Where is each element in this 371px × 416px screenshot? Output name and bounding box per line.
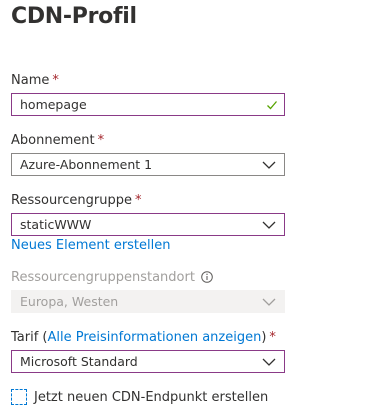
required-asterisk: * xyxy=(97,133,105,148)
create-endpoint-label[interactable]: Jetzt neuen CDN-Endpunkt erstellen xyxy=(34,390,268,405)
name-label-text: Name xyxy=(11,73,50,88)
required-asterisk: * xyxy=(269,330,276,345)
create-resource-group-link[interactable]: Neues Element erstellen xyxy=(11,238,171,253)
name-input[interactable]: homepage xyxy=(11,93,285,116)
create-endpoint-checkbox[interactable] xyxy=(11,389,27,405)
chevron-down-icon xyxy=(262,161,276,169)
resource-group-select[interactable]: staticWWW xyxy=(11,213,285,236)
pricing-tier-select-value: Microsoft Standard xyxy=(20,354,138,369)
subscription-select-value: Azure-Abonnement 1 xyxy=(20,157,153,172)
resource-group-location-value: Europa, Westen xyxy=(20,294,119,309)
chevron-down-icon xyxy=(262,298,276,306)
info-icon[interactable] xyxy=(201,271,213,283)
pricing-tier-label: Tarif (Alle Preisinformationen anzeigen)… xyxy=(11,330,276,345)
subscription-select[interactable]: Azure-Abonnement 1 xyxy=(11,153,285,176)
required-asterisk: * xyxy=(134,193,142,208)
subscription-label: Abonnement * xyxy=(11,133,104,148)
chevron-down-icon xyxy=(262,358,276,366)
subscription-label-text: Abonnement xyxy=(11,133,95,148)
pricing-tier-label-prefix: Tarif ( xyxy=(11,330,48,345)
resource-group-location-label: Ressourcengruppenstandort xyxy=(11,270,213,285)
create-endpoint-row[interactable]: Jetzt neuen CDN-Endpunkt erstellen xyxy=(11,388,268,406)
resource-group-label-text: Ressourcengruppe xyxy=(11,193,132,208)
name-input-value: homepage xyxy=(20,97,87,112)
page-title: CDN-Profil xyxy=(11,4,137,29)
pricing-tier-select[interactable]: Microsoft Standard xyxy=(11,350,285,373)
resource-group-location-label-text: Ressourcengruppenstandort xyxy=(11,270,195,285)
name-label: Name * xyxy=(11,73,59,88)
required-asterisk: * xyxy=(52,73,59,88)
resource-group-label: Ressourcengruppe * xyxy=(11,193,141,208)
pricing-info-link[interactable]: Alle Preisinformationen anzeigen xyxy=(48,330,262,345)
resource-group-select-value: staticWWW xyxy=(20,217,92,232)
pricing-tier-label-suffix: ) xyxy=(261,330,267,345)
chevron-down-icon xyxy=(262,221,276,229)
checkmark-icon xyxy=(267,101,277,110)
resource-group-location-select: Europa, Westen xyxy=(11,290,285,313)
